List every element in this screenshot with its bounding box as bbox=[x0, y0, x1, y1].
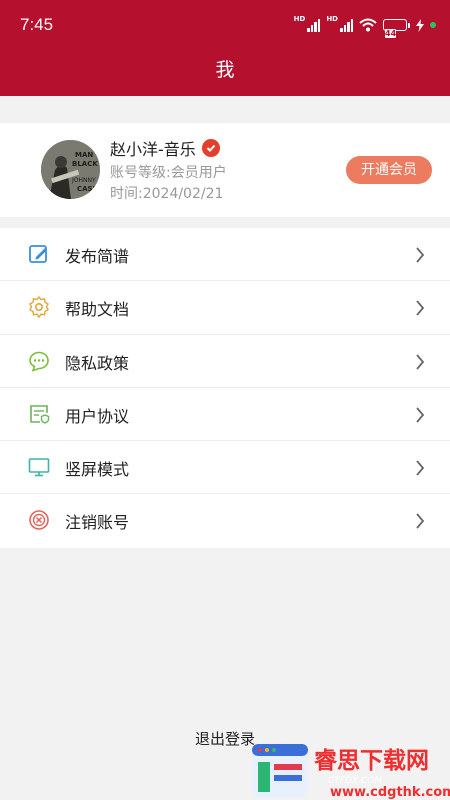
avatar-text-4: CASH bbox=[77, 185, 99, 193]
hd-label-2: HD bbox=[326, 15, 338, 23]
menu-item-publish-score[interactable]: 发布简谱 bbox=[0, 228, 450, 282]
title-bar: 我 bbox=[0, 48, 450, 96]
charging-icon bbox=[416, 18, 424, 32]
hd-label-1: HD bbox=[293, 15, 306, 23]
site-watermark: 睿思下载网 CTFDX.COM www.cdgthk.com bbox=[252, 744, 450, 800]
menu-item-privacy-policy[interactable]: 隐私政策 bbox=[0, 335, 450, 388]
menu-item-delete-account[interactable]: 注销账号 bbox=[0, 494, 450, 547]
menu-label-help-docs: 帮助文档 bbox=[65, 300, 130, 320]
menu-label-portrait-mode: 竖屏模式 bbox=[65, 460, 130, 480]
watermark-text: 睿思下载网 bbox=[314, 748, 429, 774]
document-shield-icon bbox=[30, 405, 50, 424]
battery-level: 44 bbox=[385, 29, 397, 38]
page-title: 我 bbox=[215, 59, 235, 81]
gear-icon bbox=[29, 296, 49, 319]
profile-name-row: 赵小洋-音乐 bbox=[110, 136, 220, 160]
menu-item-user-agreement[interactable]: 用户协议 bbox=[0, 388, 450, 442]
status-icons: HD HD 44 bbox=[293, 15, 436, 38]
menu-item-portrait-mode[interactable]: 竖屏模式 bbox=[0, 441, 450, 495]
edit-icon bbox=[29, 245, 47, 263]
status-bar: 7:45 HD HD 44 bbox=[0, 0, 450, 48]
monitor-icon bbox=[28, 458, 50, 477]
battery-icon: 44 bbox=[383, 19, 410, 38]
profile-name: 赵小洋-音乐 bbox=[110, 140, 196, 159]
verified-icon bbox=[201, 139, 220, 157]
profile-time: 时间:2024/02/21 bbox=[110, 186, 224, 202]
signal-icon bbox=[307, 18, 321, 32]
chevron-right-icon bbox=[416, 300, 425, 316]
open-vip-button[interactable]: 开通会员 bbox=[346, 156, 432, 184]
notification-dot bbox=[430, 22, 436, 28]
menu-item-help-docs[interactable]: 帮助文档 bbox=[0, 281, 450, 335]
cancel-icon bbox=[29, 510, 49, 531]
avatar-text-3: JOHNNY bbox=[71, 177, 96, 184]
chevron-right-icon bbox=[416, 247, 425, 263]
wifi-icon bbox=[359, 18, 377, 32]
signal-icon-2 bbox=[340, 18, 353, 32]
profile-level: 账号等级:会员用户 bbox=[110, 165, 227, 181]
avatar-text-2: BLACK bbox=[72, 160, 98, 168]
avatar[interactable]: MAN BLACK JOHNNY CASH bbox=[41, 140, 100, 199]
menu-label-user-agreement: 用户协议 bbox=[65, 406, 130, 426]
chevron-right-icon bbox=[416, 354, 425, 370]
chevron-right-icon bbox=[416, 460, 425, 476]
menu-label-privacy-policy: 隐私政策 bbox=[65, 353, 130, 373]
menu-label-publish-score: 发布简谱 bbox=[65, 247, 130, 266]
chevron-right-icon bbox=[416, 513, 425, 530]
status-time: 7:45 bbox=[20, 15, 54, 34]
chat-icon bbox=[29, 351, 49, 372]
settings-menu: 发布简谱 帮助文档 隐私政策 用户协议 竖屏模式 注销账号 bbox=[0, 228, 450, 548]
watermark-url: www.cdgthk.com bbox=[330, 785, 450, 800]
chevron-right-icon bbox=[416, 407, 425, 423]
menu-label-delete-account: 注销账号 bbox=[65, 513, 130, 533]
avatar-text-1: MAN bbox=[75, 151, 93, 159]
